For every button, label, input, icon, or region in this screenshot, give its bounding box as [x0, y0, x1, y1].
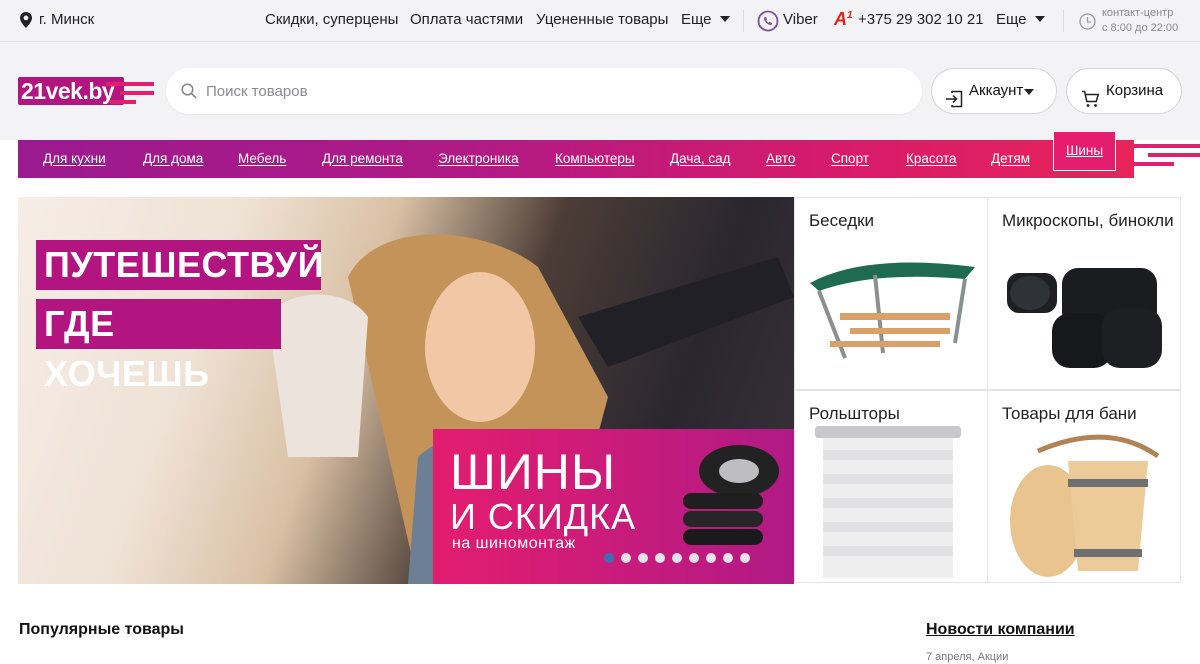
slider-dot[interactable] — [706, 553, 716, 563]
slider-dot[interactable] — [740, 553, 750, 563]
bath-bucket-image — [1010, 434, 1160, 577]
search-icon — [181, 83, 197, 104]
site-header: г. Минск Скидки, суперцены Оплата частям… — [0, 0, 1200, 140]
tile-label: Микроскопы, бинокли — [1002, 211, 1174, 230]
a1-operator-icon: A1 — [834, 9, 853, 29]
cart-label: Корзина — [1106, 82, 1164, 99]
slider-dot[interactable] — [723, 553, 733, 563]
slider-dot[interactable] — [655, 553, 665, 563]
binoculars-image — [1007, 268, 1162, 368]
more-phones-label: Еще — [996, 11, 1027, 28]
chevron-down-icon — [1034, 16, 1045, 22]
roller-blind-image — [815, 426, 961, 578]
hero-banner[interactable]: ПУТЕШЕСТВУЙ ГДЕ ХОЧЕШЬ ШИНЫ И СКИДКА на … — [18, 197, 794, 584]
hero-headline-line1: ПУТЕШЕСТВУЙ — [36, 240, 323, 290]
menu-item-kitchen[interactable]: Для кухни — [43, 151, 106, 166]
search-input[interactable] — [206, 68, 906, 114]
news-item-date[interactable]: 7 апреля, Акции — [926, 651, 1008, 663]
account-button[interactable]: Аккаунт — [931, 68, 1057, 114]
category-tile-bath-goods[interactable]: Товары для бани — [987, 390, 1181, 583]
tile-label: Товары для бани — [1002, 404, 1137, 423]
hero-promo-title: ШИНЫ — [450, 444, 617, 500]
hero-promo-subtitle: И СКИДКА — [450, 496, 637, 537]
divider — [1063, 10, 1064, 32]
search-box — [166, 68, 922, 114]
tile-label: Беседки — [809, 211, 875, 230]
category-tile-microscopes[interactable]: Микроскопы, бинокли — [987, 197, 1181, 390]
clock-icon — [1079, 13, 1096, 35]
divider — [743, 10, 744, 32]
popular-products-title: Популярные товары — [19, 621, 184, 638]
contact-center-time: с 8:00 до 22:00 — [1102, 22, 1179, 34]
tile-label: Рольшторы — [809, 404, 900, 423]
contact-center-label: контакт-центр — [1102, 7, 1174, 19]
menu-stripe — [1134, 144, 1200, 148]
top-bar: г. Минск Скидки, суперцены Оплата частям… — [0, 0, 1200, 42]
category-menu: Для кухни Для дома Мебель Для ремонта Эл… — [18, 140, 1134, 178]
location-pin-icon — [20, 12, 32, 33]
menu-item-garden[interactable]: Дача, сад — [670, 151, 731, 166]
menu-stripe — [1134, 162, 1174, 166]
menu-item-kids[interactable]: Детям — [991, 151, 1030, 166]
tires-image — [683, 445, 779, 545]
slider-dot-active[interactable] — [604, 553, 614, 563]
slider-dot[interactable] — [638, 553, 648, 563]
city-selector[interactable]: г. Минск — [39, 11, 94, 28]
more-phones-dropdown[interactable]: Еще — [996, 11, 1045, 28]
account-label: Аккаунт — [969, 82, 1024, 99]
slider-dot[interactable] — [621, 553, 631, 563]
menu-item-computers[interactable]: Компьютеры — [555, 151, 635, 166]
menu-item-tires[interactable]: Шины — [1053, 131, 1116, 171]
hero-promo-note: на шиномонтаж — [452, 535, 576, 552]
contact-center-hours: контакт-центр с 8:00 до 22:00 — [1102, 6, 1178, 36]
category-tile-gazebos[interactable]: Беседки — [794, 197, 988, 390]
chevron-down-icon — [719, 16, 730, 22]
cart-icon — [1081, 82, 1100, 126]
menu-item-beauty[interactable]: Красота — [906, 151, 957, 166]
viber-link[interactable]: Viber — [783, 11, 818, 28]
link-discounts[interactable]: Скидки, суперцены — [265, 11, 398, 28]
chevron-down-icon — [1024, 89, 1034, 95]
slider-dot[interactable] — [672, 553, 682, 563]
menu-item-auto[interactable]: Авто — [766, 151, 795, 166]
slider-dot[interactable] — [689, 553, 699, 563]
menu-item-repair[interactable]: Для ремонта — [322, 151, 403, 166]
viber-icon — [757, 10, 779, 37]
login-icon — [945, 82, 963, 126]
more-links-label: Еще — [681, 11, 712, 28]
cart-button[interactable]: Корзина — [1066, 68, 1182, 114]
gazebo-image — [810, 262, 975, 359]
menu-item-sport[interactable]: Спорт — [831, 151, 869, 166]
hero-headline-line2: ГДЕ ХОЧЕШЬ — [36, 299, 281, 394]
company-news-link[interactable]: Новости компании — [926, 621, 1075, 639]
menu-item-home[interactable]: Для дома — [143, 151, 203, 166]
link-installments[interactable]: Оплата частями — [410, 11, 523, 28]
category-tile-roller-blinds[interactable]: Рольшторы — [794, 390, 988, 583]
phone-number[interactable]: +375 29 302 10 21 — [858, 11, 984, 28]
link-discounted-goods[interactable]: Уцененные товары — [536, 11, 668, 28]
logo-stripe — [120, 91, 154, 95]
more-links-dropdown[interactable]: Еще — [681, 11, 730, 28]
menu-stripe — [1148, 153, 1200, 157]
logo-stripe — [106, 82, 154, 86]
logo-stripe — [110, 100, 136, 104]
menu-item-electronics[interactable]: Электроника — [438, 151, 519, 166]
menu-item-furniture[interactable]: Мебель — [238, 151, 286, 166]
